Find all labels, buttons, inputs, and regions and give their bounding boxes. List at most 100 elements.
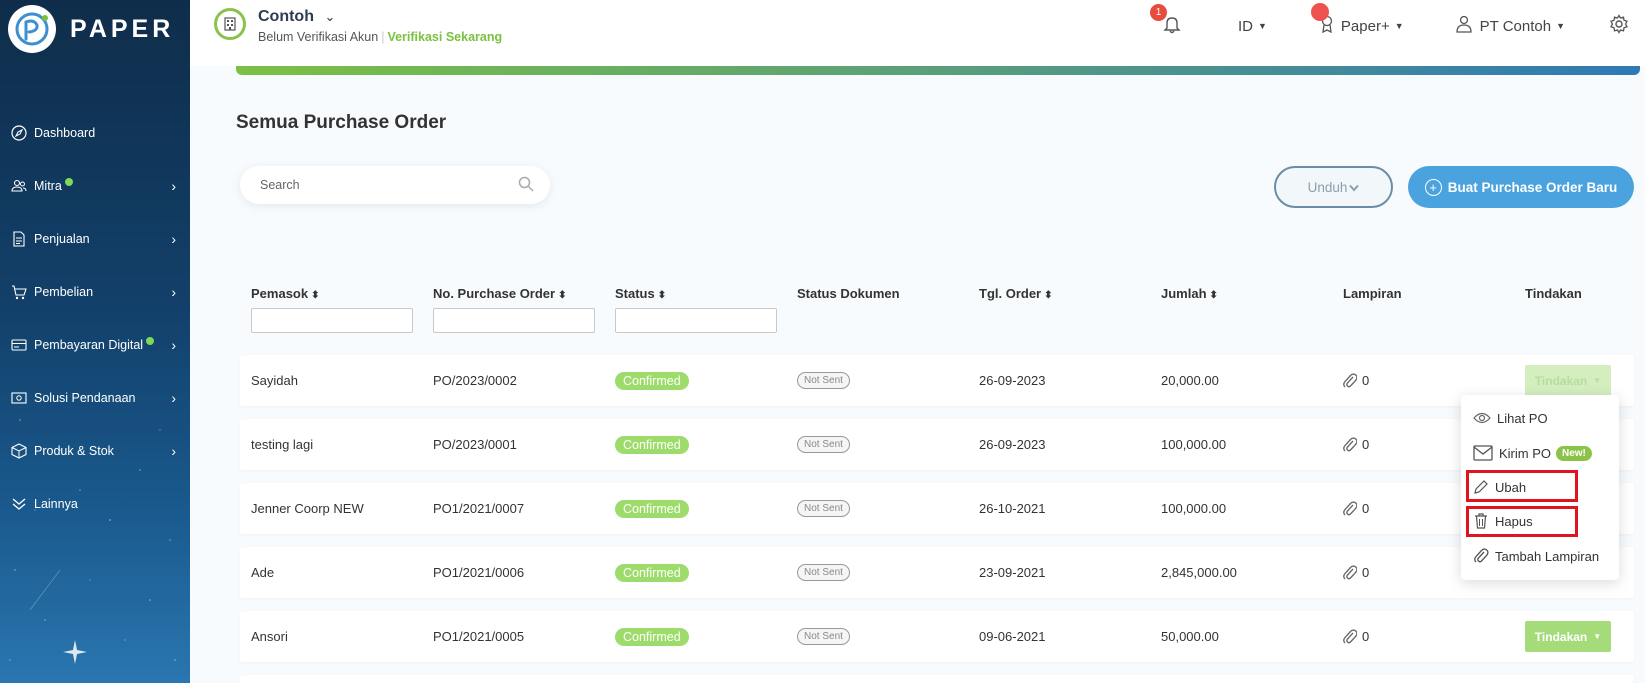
action-dropdown-button[interactable]: Tindakan ▼: [1525, 621, 1611, 652]
supplier-cell: Sayidah: [251, 373, 298, 388]
building-icon: [214, 8, 246, 40]
po-number-cell[interactable]: PO1/2021/0006: [433, 547, 524, 598]
amount-cell: 20,000.00: [1161, 373, 1219, 388]
table-row: Ade PO1/2021/0006 Confirmed Not Sent 23-…: [240, 547, 1634, 598]
sort-icon[interactable]: ⬍: [1210, 290, 1218, 301]
new-indicator-dot: [146, 336, 155, 345]
status-badge: Confirmed: [615, 435, 689, 454]
top-header: Contoh ⌄ Belum Verifikasi Akun | Verifikas…: [190, 0, 1645, 66]
plus-circle-icon: +: [1424, 178, 1442, 196]
sort-icon[interactable]: ⬍: [311, 290, 319, 301]
menu-item-view-po[interactable]: Lihat PO: [1473, 406, 1548, 430]
sort-icon[interactable]: ⬍: [1044, 290, 1052, 301]
amount-cell: 100,000.00: [1161, 437, 1227, 452]
sort-icon[interactable]: ⬍: [558, 290, 566, 301]
caret-down-icon: ▼: [1556, 21, 1565, 31]
plan-indicator-dot: [1310, 3, 1329, 21]
company-name[interactable]: Contoh: [258, 8, 314, 25]
po-number-cell[interactable]: PO/2023/0002: [433, 355, 517, 406]
cart-icon: [10, 283, 28, 301]
amount-cell: 2,845,000.00: [1161, 565, 1237, 580]
amount-cell: 100,000.00: [1161, 501, 1227, 516]
sidebar-item-penjualan[interactable]: Penjualan ›: [0, 212, 190, 265]
sidebar-item-dashboard[interactable]: Dashboard: [0, 106, 190, 159]
column-header-jumlah[interactable]: Jumlah ⬍: [1161, 286, 1218, 301]
sidebar-item-pembelian[interactable]: Pembelian ›: [0, 265, 190, 318]
download-button[interactable]: Unduh: [1274, 166, 1393, 208]
notification-button[interactable]: 1: [1150, 4, 1182, 38]
company-switcher[interactable]: Contoh ⌄ Belum Verifikasi Akun | Verifikas…: [214, 8, 502, 44]
supplier-cell: Jenner Coorp NEW: [251, 501, 364, 516]
column-header-pemasok[interactable]: Pemasok ⬍: [251, 286, 413, 333]
new-purchase-order-button[interactable]: + Buat Purchase Order Baru: [1408, 166, 1634, 208]
date-cell: 26-09-2023: [979, 373, 1046, 388]
gear-icon: [1609, 14, 1629, 38]
sidebar-item-pembayaran-digital[interactable]: Pembayaran Digital ›: [0, 318, 190, 371]
status-badge: Confirmed: [615, 627, 689, 646]
doc-status-cell: Not Sent: [797, 483, 850, 534]
brand-logo[interactable]: PAPER: [8, 5, 174, 53]
sort-icon[interactable]: ⬍: [658, 290, 666, 301]
notification-count-badge: 1: [1150, 4, 1167, 21]
filter-pemasok-input[interactable]: [251, 308, 413, 333]
language-selector[interactable]: ID ▼: [1238, 18, 1267, 35]
filter-po-number-input[interactable]: [433, 308, 595, 333]
sidebar-item-solusi-pendanaan[interactable]: Solusi Pendanaan ›: [0, 371, 190, 424]
paperclip-icon: [1474, 548, 1489, 563]
chevron-right-icon: ›: [171, 336, 176, 353]
attachment-cell[interactable]: 0: [1343, 355, 1369, 406]
brand-name: PAPER: [70, 14, 175, 43]
compass-icon: [10, 124, 28, 142]
attachment-cell[interactable]: 0: [1343, 483, 1369, 534]
po-number-cell[interactable]: PO1/2021/0007: [433, 483, 524, 534]
menu-item-send-po[interactable]: Kirim PO New!: [1473, 441, 1592, 465]
account-menu[interactable]: PT Contoh ▼: [1455, 15, 1565, 37]
verify-now-link[interactable]: Verifikasi Sekarang: [387, 30, 502, 44]
sidebar-item-label: Mitra: [34, 178, 62, 193]
attachment-cell[interactable]: 0: [1343, 419, 1369, 470]
chevron-right-icon: ›: [171, 177, 176, 194]
divider: |: [381, 30, 385, 44]
status-badge: Confirmed: [615, 371, 689, 390]
chevron-down-icon: [1349, 180, 1360, 195]
filter-status-input[interactable]: [615, 308, 777, 333]
search-icon[interactable]: [518, 176, 534, 197]
table-row: Ansori PO1/2021/0005 Confirmed Not Sent …: [240, 611, 1634, 662]
status-badge: Confirmed: [615, 499, 689, 518]
sidebar-item-mitra[interactable]: Mitra ›: [0, 159, 190, 212]
sidebar-item-lainnya[interactable]: Lainnya: [0, 477, 190, 530]
plan-selector[interactable]: Paper+ ▼: [1310, 3, 1404, 37]
language-label: ID: [1238, 17, 1253, 35]
caret-down-icon: ▼: [1593, 376, 1602, 385]
action-dropdown-button[interactable]: Tindakan ▼: [1525, 365, 1611, 396]
chevron-down-icon[interactable]: ⌄: [324, 9, 335, 24]
double-chevron-down-icon: [10, 495, 28, 513]
status-cell: Confirmed: [615, 611, 689, 662]
action-cell: Tindakan ▼: [1525, 611, 1611, 662]
plan-label: Paper+: [1340, 17, 1390, 35]
column-header-status[interactable]: Status ⬍: [615, 286, 777, 333]
paperclip-icon: [1343, 564, 1357, 579]
attachment-cell[interactable]: 0: [1343, 547, 1369, 598]
po-number-cell[interactable]: PO1/2021/0005: [433, 611, 524, 662]
doc-status-badge: Not Sent: [797, 500, 850, 517]
column-header-lampiran: Lampiran: [1343, 286, 1402, 301]
column-header-no-po[interactable]: No. Purchase Order ⬍: [433, 286, 595, 333]
cash-icon: [10, 389, 28, 407]
column-header-tgl-order[interactable]: Tgl. Order ⬍: [979, 286, 1053, 301]
user-icon: [1455, 15, 1472, 37]
date-cell: 09-06-2021: [979, 629, 1046, 644]
amount-cell: 50,000.00: [1161, 629, 1219, 644]
mail-icon: [1473, 445, 1493, 461]
chevron-right-icon: ›: [171, 230, 176, 247]
settings-button[interactable]: [1609, 14, 1629, 38]
search-input[interactable]: [260, 178, 510, 192]
status-cell: Confirmed: [615, 547, 689, 598]
paperclip-icon: [1343, 500, 1357, 515]
status-cell: Confirmed: [615, 483, 689, 534]
po-number-cell[interactable]: PO/2023/0001: [433, 419, 517, 470]
sidebar-item-produk-stok[interactable]: Produk & Stok ›: [0, 424, 190, 477]
attachment-cell[interactable]: 0: [1343, 611, 1369, 662]
header-accent-bar: [236, 66, 1640, 75]
menu-item-add-attachment[interactable]: Tambah Lampiran: [1473, 544, 1599, 568]
